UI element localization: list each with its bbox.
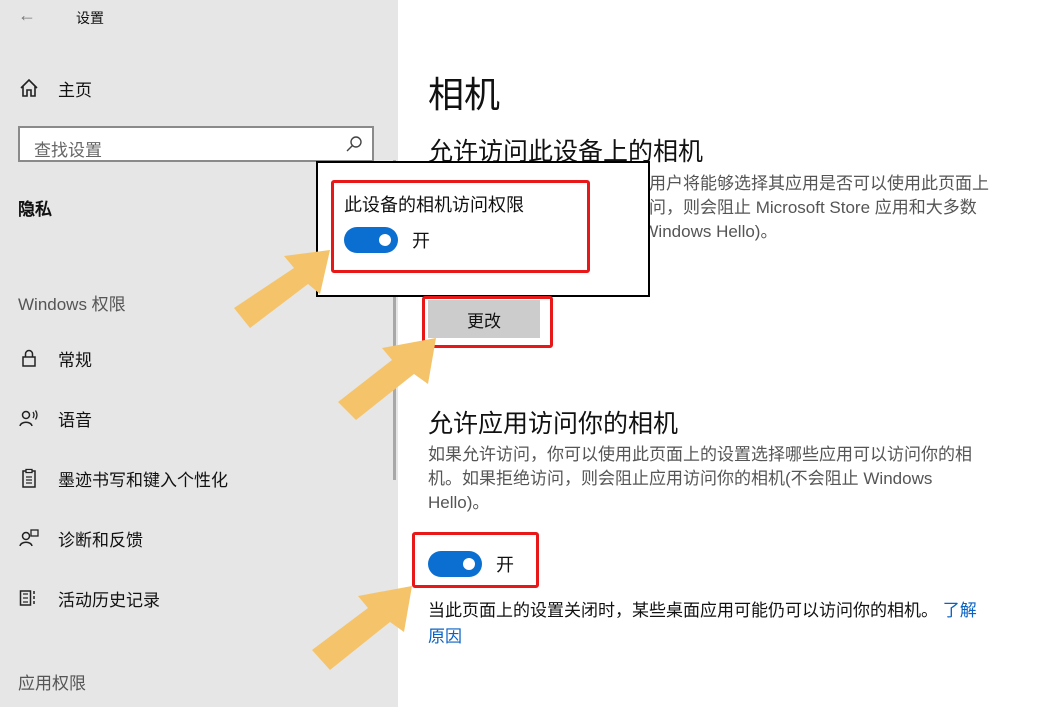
current-section-label: 隐私 — [18, 200, 52, 219]
sidebar-item-label: 语音 — [58, 410, 92, 430]
app-access-description: 如果允许访问，你可以使用此页面上的设置选择哪些应用可以访问你的相机。如果拒绝访问… — [428, 445, 972, 512]
search-input[interactable]: 查找设置 — [18, 126, 374, 162]
sidebar-item-label: 活动历史记录 — [58, 590, 160, 610]
note-text: 当此页面上的设置关闭时，某些桌面应用可能仍可以访问你的相机。 — [428, 601, 938, 620]
main-content: 相机 允许访问此设备上的相机 如果允许访问，使用此设备的用户将能够选择其应用是否… — [398, 0, 1060, 707]
sidebar-item-inking[interactable]: 墨迹书写和键入个性化 — [18, 466, 228, 490]
highlight-box-app-toggle — [412, 532, 539, 588]
app-title: 设置 — [76, 10, 104, 26]
feedback-icon — [18, 527, 40, 549]
sidebar-item-label: 墨迹书写和键入个性化 — [58, 470, 228, 490]
sidebar-item-home[interactable]: 主页 — [18, 76, 92, 100]
group-header-windows: Windows 权限 — [18, 295, 126, 314]
desktop-apps-note: 当此页面上的设置关闭时，某些桌面应用可能仍可以访问你的相机。 了解原因 — [428, 598, 993, 650]
annotation-arrow-icon — [234, 250, 330, 328]
clipboard-icon — [18, 467, 40, 489]
sidebar-item-feedback[interactable]: 诊断和反馈 — [18, 526, 143, 550]
timeline-icon — [18, 587, 40, 609]
page-title: 相机 — [428, 74, 501, 115]
back-arrow-icon[interactable]: ← — [18, 5, 36, 26]
lock-icon — [18, 347, 40, 369]
sidebar-item-speech[interactable]: 语音 — [18, 406, 92, 430]
speech-icon — [18, 407, 40, 429]
sidebar-item-label: 常规 — [58, 350, 92, 370]
highlight-box-popup — [331, 180, 590, 273]
search-icon[interactable] — [344, 134, 364, 159]
home-icon — [18, 77, 40, 99]
sidebar-item-label: 诊断和反馈 — [58, 530, 143, 550]
sidebar-item-general[interactable]: 常规 — [18, 346, 92, 370]
sidebar-item-label: 主页 — [58, 80, 92, 100]
sidebar-item-activity-history[interactable]: 活动历史记录 — [18, 586, 160, 610]
app-access-heading: 允许应用访问你的相机 — [428, 410, 679, 438]
group-header-app-permissions: 应用权限 — [18, 674, 86, 693]
annotation-arrow-icon — [338, 338, 436, 420]
annotation-arrow-icon — [312, 586, 412, 670]
search-placeholder: 查找设置 — [34, 141, 102, 160]
